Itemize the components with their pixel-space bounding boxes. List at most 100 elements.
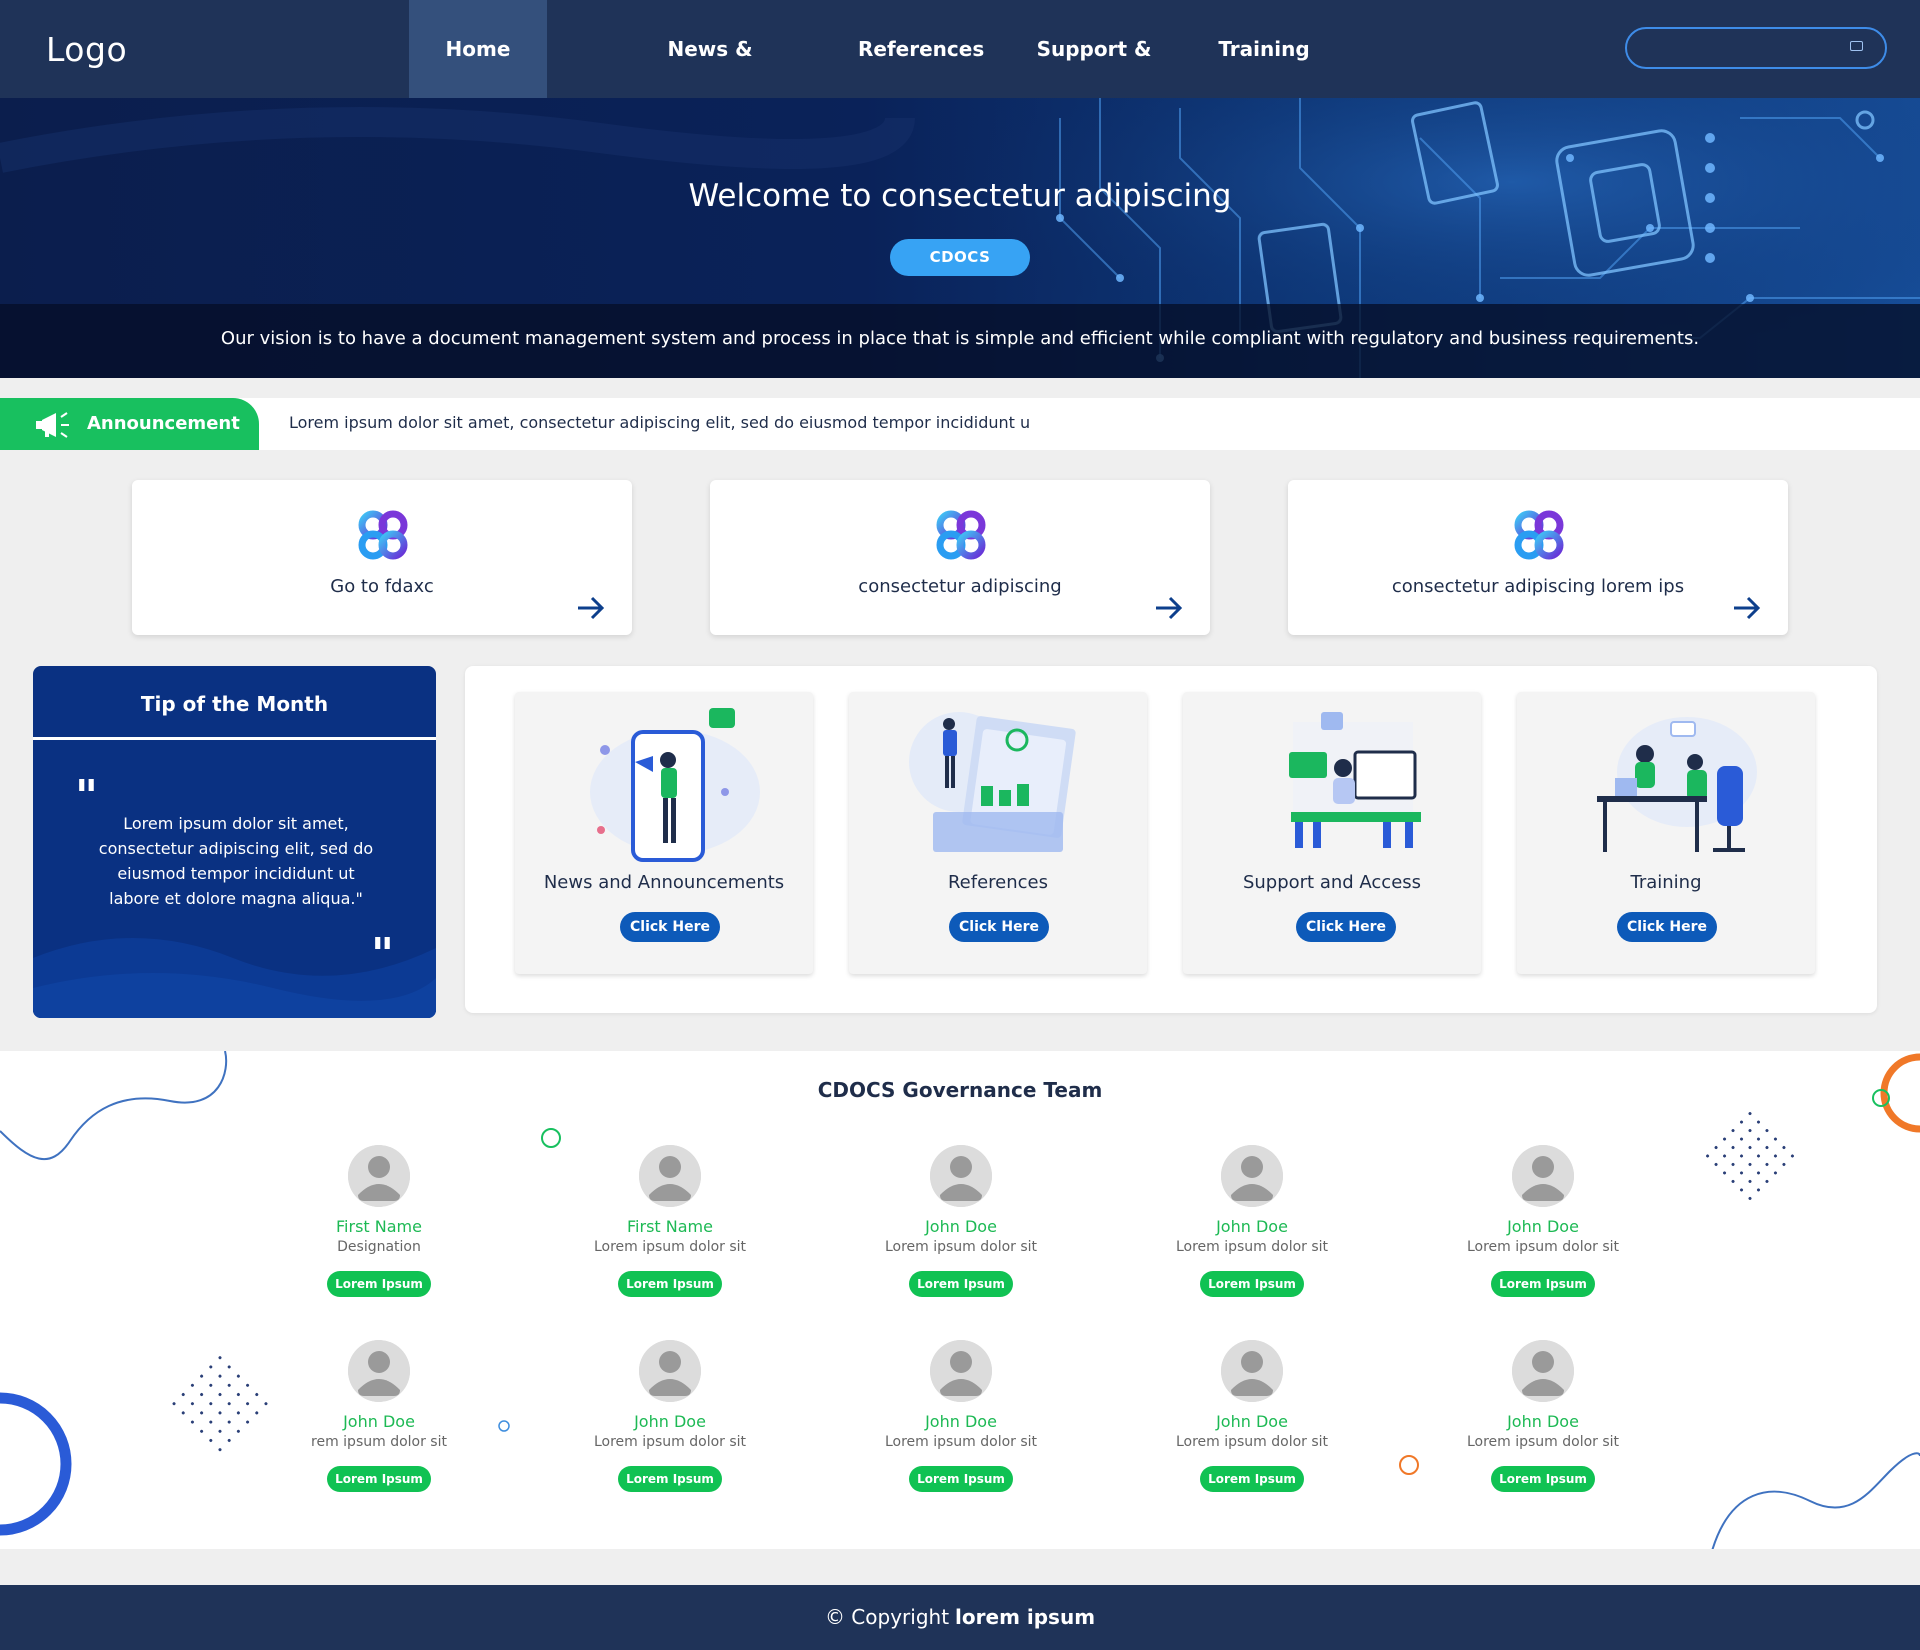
- quick-link-card-1[interactable]: Go to fdaxc: [132, 480, 632, 635]
- search-box[interactable]: [1625, 27, 1887, 69]
- team-member-card: First Name Designation Lorem Ipsum: [252, 1145, 492, 1315]
- click-here-button-references[interactable]: Click Here: [949, 912, 1049, 942]
- nav-item-news-announcements[interactable]: News & Announcements: [577, 0, 843, 159]
- team-member-card: First Name Lorem ipsum dolor sit Lorem I…: [543, 1145, 783, 1315]
- wave-line-decoration: [1711, 1452, 1920, 1549]
- service-title: Training: [1630, 872, 1702, 893]
- team-member-card: John Doe Lorem ipsum dolor sit Lorem Ips…: [1416, 1340, 1656, 1510]
- copyright-brand[interactable]: lorem ipsum: [955, 1605, 1095, 1629]
- member-name: John Doe: [1216, 1412, 1288, 1431]
- wave-line-decoration: [0, 1051, 228, 1160]
- service-title: References: [947, 872, 1049, 893]
- app-knot-logo-icon: [934, 508, 988, 562]
- footer-copyright: © Copyright lorem ipsum: [0, 1605, 1920, 1629]
- vision-strip: Our vision is to have a document managem…: [0, 304, 1920, 378]
- avatar-placeholder-icon: [348, 1340, 410, 1402]
- member-action-button[interactable]: Lorem Ipsum: [327, 1271, 431, 1297]
- team-member-card: John Doe Lorem ipsum dolor sit Lorem Ips…: [543, 1340, 783, 1510]
- team-member-card: John Doe Lorem ipsum dolor sit Lorem Ips…: [1125, 1145, 1365, 1315]
- member-action-button[interactable]: Lorem Ipsum: [909, 1271, 1013, 1297]
- avatar-placeholder-icon: [1221, 1145, 1283, 1207]
- member-name: First Name: [336, 1217, 422, 1236]
- tip-title: Tip of the Month: [140, 692, 329, 716]
- announcement-tag: Announcement: [0, 398, 259, 450]
- quick-link-label: Go to fdaxc: [330, 576, 434, 597]
- announcement-bar: Announcement Lorem ipsum dolor sit amet,…: [0, 398, 1920, 450]
- click-here-button-news[interactable]: Click Here: [620, 912, 720, 942]
- member-role: Lorem ipsum dolor sit: [884, 1239, 1038, 1255]
- footer: © Copyright lorem ipsum: [0, 1585, 1920, 1650]
- service-card-references: References Click Here: [849, 692, 1147, 974]
- avatar-placeholder-icon: [930, 1145, 992, 1207]
- quick-link-label: consectetur adipiscing lorem ips: [1391, 576, 1685, 597]
- site-logo[interactable]: Logo: [46, 30, 127, 69]
- member-action-button[interactable]: Lorem Ipsum: [909, 1466, 1013, 1492]
- avatar-placeholder-icon: [1221, 1340, 1283, 1402]
- service-card-training: Training Click Here: [1517, 692, 1815, 974]
- avatar-placeholder-icon: [1512, 1340, 1574, 1402]
- member-name: John Doe: [1216, 1217, 1288, 1236]
- team-member-card: John Doe Lorem ipsum dolor sit Lorem Ips…: [1416, 1145, 1656, 1315]
- blue-ring-decoration: [0, 1392, 72, 1536]
- avatar-placeholder-icon: [1512, 1145, 1574, 1207]
- click-here-button-support[interactable]: Click Here: [1296, 912, 1396, 942]
- copyright-label: © Copyright: [824, 1605, 950, 1629]
- avatar-placeholder-icon: [639, 1340, 701, 1402]
- quick-link-label: consectetur adipiscing: [858, 576, 1062, 597]
- arrow-right-icon[interactable]: [576, 596, 606, 620]
- top-navbar: Logo Home News & Announcements Reference…: [0, 0, 1920, 159]
- team-member-card: John Doe rem ipsum dolor sit Lorem Ipsum: [252, 1340, 492, 1510]
- member-name: John Doe: [634, 1412, 706, 1431]
- member-role: Lorem ipsum dolor sit: [1175, 1239, 1329, 1255]
- member-role: Lorem ipsum dolor sit: [1466, 1434, 1620, 1450]
- avatar-placeholder-icon: [348, 1145, 410, 1207]
- member-action-button[interactable]: Lorem Ipsum: [327, 1466, 431, 1492]
- announcement-label: Announcement: [87, 413, 240, 434]
- avatar-placeholder-icon: [639, 1145, 701, 1207]
- member-name: First Name: [627, 1217, 713, 1236]
- announcement-text[interactable]: Lorem ipsum dolor sit amet, consectetur …: [289, 413, 1030, 432]
- member-action-button[interactable]: Lorem Ipsum: [1491, 1466, 1595, 1492]
- member-name: John Doe: [925, 1412, 997, 1431]
- team-member-card: John Doe Lorem ipsum dolor sit Lorem Ips…: [834, 1145, 1074, 1315]
- support-illustration: [1289, 712, 1421, 848]
- app-knot-logo-icon: [1512, 508, 1566, 562]
- nav-item-home[interactable]: Home: [409, 0, 547, 98]
- quick-link-card-3[interactable]: consectetur adipiscing lorem ips: [1288, 480, 1788, 635]
- team-title: CDOCS Governance Team: [817, 1078, 1103, 1102]
- member-action-button[interactable]: Lorem Ipsum: [618, 1271, 722, 1297]
- arrow-right-icon[interactable]: [1154, 596, 1184, 620]
- search-icon[interactable]: [1850, 41, 1863, 51]
- member-role: rem ipsum dolor sit: [311, 1434, 447, 1450]
- member-role: Lorem ipsum dolor sit: [593, 1434, 747, 1450]
- member-role: Designation: [337, 1239, 421, 1255]
- hero-banner: Welcome to consectetur adipiscing CDOCS …: [0, 98, 1920, 378]
- services-panel: News and Announcements Click Here Refere…: [465, 666, 1877, 1013]
- hero-badge-cdocs[interactable]: CDOCS: [890, 239, 1030, 276]
- governance-team-section: CDOCS Governance Team First Name Designa…: [0, 1051, 1920, 1549]
- nav-item-training[interactable]: Training: [1212, 0, 1316, 98]
- service-card-news: News and Announcements Click Here: [515, 692, 813, 974]
- click-here-button-training[interactable]: Click Here: [1617, 912, 1717, 942]
- member-action-button[interactable]: Lorem Ipsum: [618, 1466, 722, 1492]
- member-role: Lorem ipsum dolor sit: [1175, 1434, 1329, 1450]
- member-action-button[interactable]: Lorem Ipsum: [1200, 1271, 1304, 1297]
- member-name: John Doe: [1507, 1412, 1579, 1431]
- search-input[interactable]: [1645, 37, 1845, 59]
- quick-link-card-2[interactable]: consectetur adipiscing: [710, 480, 1210, 635]
- member-action-button[interactable]: Lorem Ipsum: [1200, 1466, 1304, 1492]
- service-title: Support and Access: [1242, 872, 1422, 893]
- member-role: Lorem ipsum dolor sit: [884, 1434, 1038, 1450]
- member-role: Lorem ipsum dolor sit: [1466, 1239, 1620, 1255]
- member-name: John Doe: [343, 1412, 415, 1431]
- service-title: News and Announcements: [543, 872, 785, 893]
- app-knot-logo-icon: [356, 508, 410, 562]
- arrow-right-icon[interactable]: [1732, 596, 1762, 620]
- member-action-button[interactable]: Lorem Ipsum: [1491, 1271, 1595, 1297]
- nav-item-support-access[interactable]: Support & Access: [998, 0, 1190, 159]
- nav-item-references[interactable]: References: [858, 0, 984, 98]
- team-member-card: John Doe Lorem ipsum dolor sit Lorem Ips…: [834, 1340, 1074, 1510]
- tip-of-the-month-card: Tip of the Month " Lorem ipsum dolor sit…: [33, 666, 436, 1018]
- team-member-card: John Doe Lorem ipsum dolor sit Lorem Ips…: [1125, 1340, 1365, 1510]
- member-name: John Doe: [925, 1217, 997, 1236]
